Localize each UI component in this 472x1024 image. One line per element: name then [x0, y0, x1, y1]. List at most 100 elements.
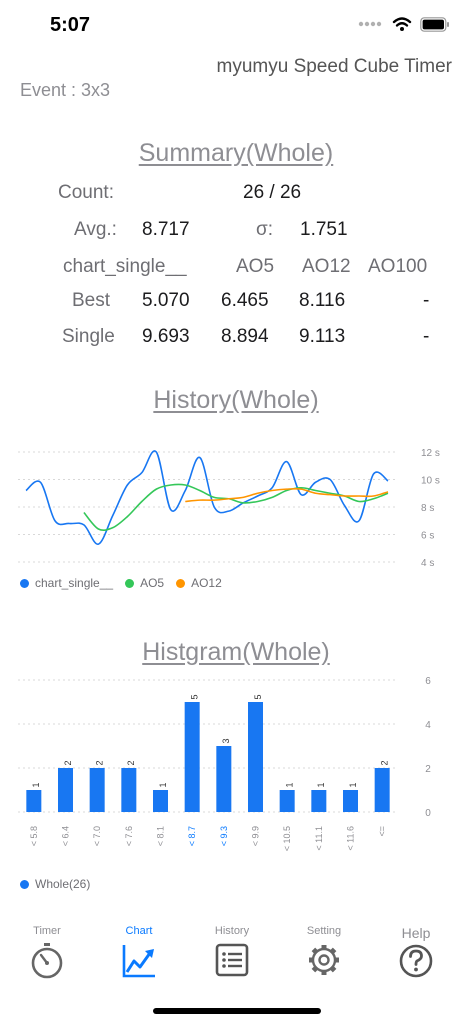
stopwatch-icon	[31, 943, 63, 979]
avg-label: Avg.:	[74, 219, 117, 240]
hist-value-label: 1	[348, 782, 358, 787]
hist-category-label: <=	[377, 826, 387, 837]
single-single: 9.693	[142, 326, 190, 347]
hist-bar	[343, 790, 358, 812]
hist-y-tick: 0	[425, 808, 431, 819]
hist-value-label: 2	[95, 760, 105, 765]
event-label: Event : 3x3	[20, 80, 111, 100]
help-icon	[399, 944, 433, 978]
hist-category-label: < 9.3	[219, 826, 229, 846]
sigma-value: 1.751	[300, 219, 348, 240]
hist-category-label: < 10.5	[282, 826, 292, 851]
tab-setting[interactable]: Setting	[284, 925, 364, 984]
hist-bar	[184, 702, 200, 812]
best-ao12: 8.116	[299, 290, 346, 311]
hist-bar	[26, 790, 42, 812]
legend-label-whole: Whole(26)	[35, 877, 91, 891]
hist-bar	[58, 768, 73, 812]
hist-category-label: < 7.0	[92, 826, 102, 846]
tab-chart[interactable]: Chart	[99, 925, 179, 984]
tab-timer-label: Timer	[33, 925, 61, 937]
best-single: 5.070	[142, 290, 190, 311]
header-ao12: AO12	[302, 256, 351, 277]
hist-value-label: 2	[63, 760, 73, 765]
best-ao100: -	[423, 290, 430, 311]
hist-value-label: 5	[253, 694, 263, 699]
hist-y-tick: 4	[425, 720, 431, 731]
hist-value-label: 2	[126, 760, 136, 765]
best-label: Best	[72, 290, 111, 311]
signal-icon	[358, 21, 382, 27]
single-ao5: 8.894	[221, 326, 269, 347]
chart-icon	[122, 945, 155, 978]
tab-chart-label: Chart	[125, 925, 153, 937]
tab-help-label: Help	[401, 925, 431, 941]
summary-title: Summary(Whole)	[138, 139, 334, 167]
legend-label-ao12: AO12	[191, 576, 222, 590]
hist-category-label: < 8.1	[156, 826, 166, 846]
tab-bar: Timer Chart History Setting Help	[0, 925, 472, 995]
legend-dot-whole	[20, 879, 29, 889]
hist-category-label: < 9.9	[251, 826, 261, 846]
single-ao12: 9.113	[299, 326, 346, 347]
tab-setting-label: Setting	[306, 925, 342, 937]
avg-value: 8.717	[142, 219, 190, 240]
tab-help[interactable]: Help	[376, 925, 456, 984]
header-single: chart_single__	[63, 256, 187, 277]
legend-dot-single	[20, 578, 29, 588]
hist-bar	[374, 768, 390, 812]
hist-bar	[89, 768, 105, 812]
legend-item-single: chart_single__	[20, 576, 113, 590]
hist-value-label: 1	[158, 782, 168, 787]
count-value: 26 / 26	[243, 182, 302, 203]
gear-icon	[309, 945, 339, 975]
hist-y-tick: 2	[425, 764, 431, 775]
hist-bar	[153, 790, 168, 812]
list-icon	[215, 943, 249, 977]
home-indicator[interactable]	[153, 1008, 321, 1014]
history-line-chart: 12 s 10 s 8 s 6 s 4 s	[18, 448, 440, 569]
header-ao5: AO5	[236, 256, 275, 277]
hist-value-label: 1	[316, 782, 326, 787]
best-ao5: 6.465	[221, 290, 269, 311]
sigma-label: σ:	[256, 219, 274, 240]
wifi-icon	[392, 17, 412, 31]
tab-timer[interactable]: Timer	[7, 925, 87, 984]
history-y-tick: 4 s	[421, 558, 434, 569]
history-y-tick: 10 s	[421, 476, 440, 487]
hist-value-label: 1	[31, 782, 41, 787]
hist-category-label: < 7.6	[124, 826, 134, 846]
histogram-bar-chart: 6 4 2 0 1 < 5.8 2 < 6.4 2 < 7.0 2 < 7.6 1 < 8.1 5 < 8.7…	[18, 676, 431, 851]
hist-bar	[121, 768, 137, 812]
hist-bar	[216, 746, 232, 812]
hist-category-label: < 11.1	[314, 826, 324, 851]
legend-item-ao12: AO12	[176, 576, 222, 590]
hist-bar	[248, 702, 263, 812]
legend-dot-ao5	[125, 578, 135, 588]
battery-icon	[420, 16, 449, 32]
legend-dot-ao12	[176, 578, 186, 588]
tab-history-label: History	[214, 925, 250, 937]
hist-category-label: < 8.7	[187, 826, 197, 846]
hist-value-label: 3	[221, 738, 231, 743]
hist-category-label: < 11.6	[346, 826, 356, 851]
history-title: History(Whole)	[153, 386, 319, 414]
hist-value-label: 1	[285, 782, 295, 787]
hist-category-label: < 6.4	[61, 826, 71, 846]
hist-bar	[279, 790, 295, 812]
legend-label-single: chart_single__	[35, 576, 114, 590]
hist-category-label: < 5.8	[29, 826, 39, 846]
hist-value-label: 5	[190, 694, 200, 699]
hist-value-label: 2	[380, 760, 390, 765]
app-title: myumyu Speed Cube Timer	[216, 56, 453, 77]
history-legend: chart_single__ AO5 AO12	[20, 576, 222, 590]
legend-item-ao5: AO5	[125, 576, 164, 590]
history-y-tick: 8 s	[421, 503, 434, 514]
single-label: Single	[62, 326, 115, 347]
tab-history[interactable]: History	[192, 925, 272, 984]
history-series-single	[25, 450, 389, 545]
hist-bar	[311, 790, 327, 812]
history-y-tick: 6 s	[421, 531, 434, 542]
header-ao100: AO100	[368, 256, 428, 277]
single-ao100: -	[423, 326, 430, 347]
